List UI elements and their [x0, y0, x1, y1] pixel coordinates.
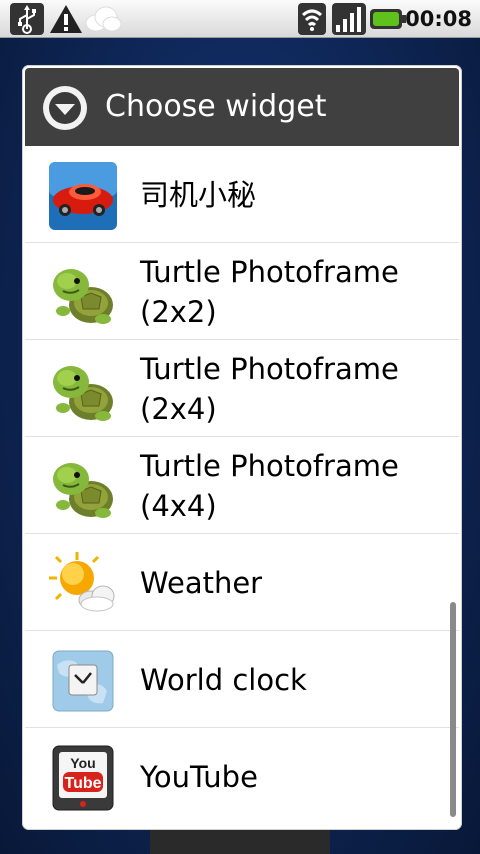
red-car-icon — [49, 162, 117, 230]
list-item-label: Weather — [140, 565, 263, 600]
choose-widget-dialog: Choose widget 司机小秘 Turtle Photoframe (2x… — [22, 65, 462, 830]
svg-text:You: You — [70, 755, 95, 771]
turtle-icon — [53, 463, 113, 518]
list-item-label: Turtle Photoframe (2x4) — [140, 351, 399, 426]
list-item[interactable]: Weather — [25, 534, 459, 631]
list-item[interactable]: Turtle Photoframe (2x2) — [25, 243, 459, 340]
bottom-bar — [150, 830, 330, 854]
turtle-icon — [53, 366, 113, 421]
list-item-label: World clock — [140, 662, 307, 697]
usb-icon — [10, 3, 44, 35]
list-item-label: Turtle Photoframe (4x4) — [140, 448, 399, 523]
wifi-icon — [298, 3, 326, 35]
list-item-label: Turtle Photoframe (2x2) — [140, 254, 399, 329]
battery-icon — [370, 9, 406, 29]
list-item-label: 司机小秘 — [140, 177, 257, 212]
list-item[interactable]: Turtle Photoframe (2x4) — [25, 340, 459, 437]
list-item[interactable]: 司机小秘 — [25, 146, 459, 243]
weather-icon — [49, 552, 115, 612]
youtube-icon: You Tube — [52, 745, 114, 811]
cloud-icon — [85, 6, 122, 32]
widget-list: 司机小秘 Turtle Photoframe (2x2) Turtle Phot… — [25, 146, 459, 825]
svg-text:Tube: Tube — [64, 775, 101, 792]
clock-time: 00:08 — [405, 7, 472, 31]
list-item-label: YouTube — [140, 759, 258, 794]
chevron-down-icon — [43, 86, 87, 130]
list-item[interactable]: World clock — [25, 631, 459, 728]
scrollbar[interactable] — [450, 602, 456, 817]
list-item[interactable]: Turtle Photoframe (4x4) — [25, 437, 459, 534]
list-item[interactable]: You Tube YouTube — [25, 728, 459, 825]
status-bar: 00:08 — [0, 0, 480, 38]
signal-icon — [332, 3, 366, 35]
dialog-title: Choose widget — [105, 89, 327, 124]
world-clock-icon — [52, 650, 114, 712]
warning-icon — [50, 5, 82, 33]
dialog-header: Choose widget — [25, 68, 459, 146]
turtle-icon — [53, 269, 113, 324]
